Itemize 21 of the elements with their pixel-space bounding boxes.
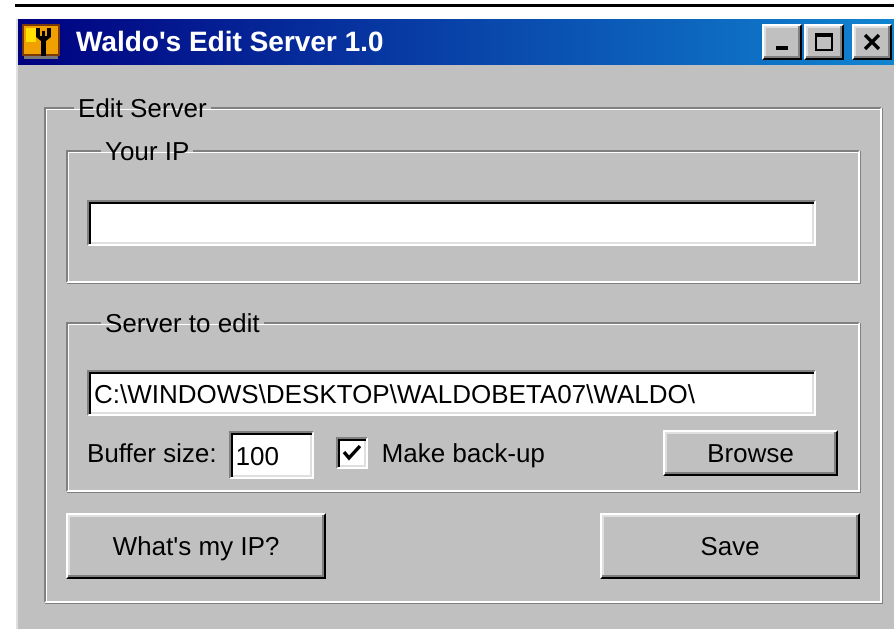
save-button[interactable]: Save bbox=[600, 513, 860, 579]
minimize-button[interactable] bbox=[762, 24, 802, 60]
checkbox-label[interactable]: Make back-up bbox=[382, 438, 545, 468]
checkbox[interactable] bbox=[336, 437, 368, 469]
wrench-icon bbox=[22, 24, 60, 60]
ip-button[interactable]: What's my IP? bbox=[66, 513, 326, 579]
browse-button[interactable]: Browse bbox=[663, 430, 838, 476]
maximize-icon bbox=[814, 32, 834, 52]
close-button[interactable] bbox=[852, 24, 892, 60]
group-title: Server to edit bbox=[104, 308, 261, 338]
path-field[interactable]: C:\WINDOWS\DESKTOP\WALDOBETA07\WALDO\ bbox=[87, 370, 816, 416]
window-title: Waldo's Edit Server 1.0 bbox=[76, 26, 384, 58]
group-title: Edit Server bbox=[77, 93, 208, 123]
close-icon bbox=[862, 32, 882, 52]
ip-field[interactable] bbox=[87, 200, 816, 246]
buffer-field[interactable]: 100 bbox=[228, 431, 314, 479]
check-icon bbox=[342, 443, 362, 463]
buffer-label: Buffer size: bbox=[87, 438, 217, 468]
group-title: Your IP bbox=[104, 136, 190, 166]
minimize-icon bbox=[776, 46, 788, 50]
maximize-button[interactable] bbox=[804, 24, 844, 60]
